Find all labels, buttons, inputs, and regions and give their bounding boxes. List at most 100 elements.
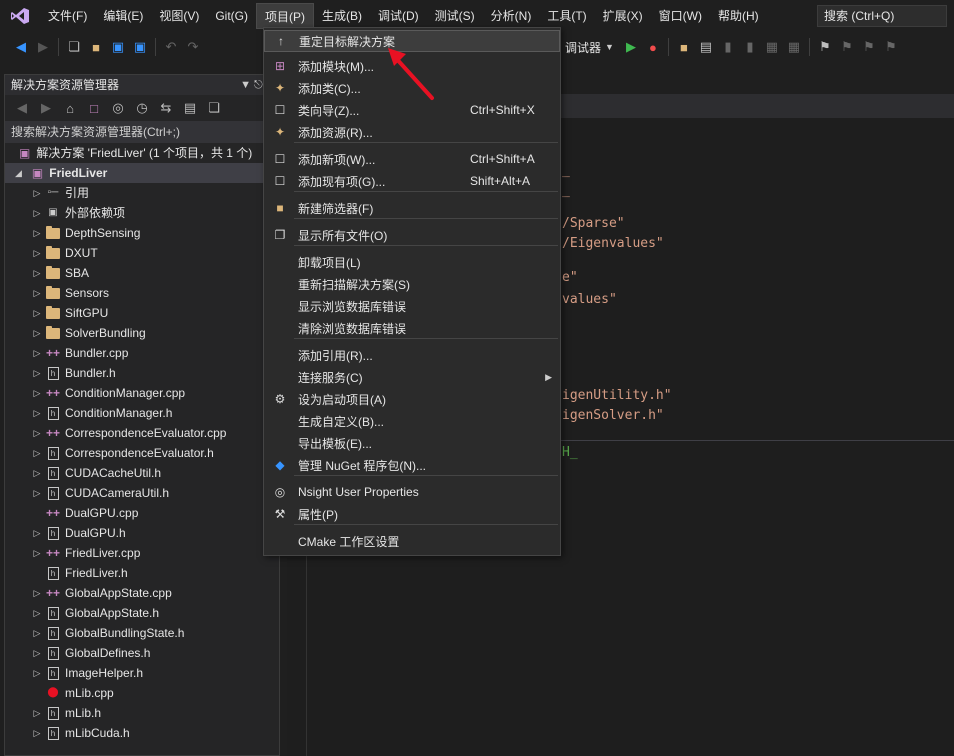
project-menu-item[interactable]: ◎ Nsight User Properties <box>264 481 560 503</box>
menu-edit[interactable]: 编辑(E) <box>95 3 151 29</box>
menu-build[interactable]: 生成(B) <box>314 3 370 29</box>
project-menu-item[interactable]: ☐ 添加新项(W)... Ctrl+Shift+A <box>264 148 560 170</box>
back-icon[interactable]: ◀ <box>11 97 33 119</box>
visual-studio-logo-icon[interactable] <box>0 0 40 32</box>
tree-item[interactable]: ▷ h GlobalDefines.h <box>5 643 279 663</box>
chevron-right-icon[interactable]: ▷ <box>29 723 45 743</box>
chevron-right-icon[interactable]: ▷ <box>29 243 45 263</box>
chevron-right-icon[interactable]: ▷ <box>29 283 45 303</box>
project-node[interactable]: ◢ ▣ FriedLiver <box>5 163 279 183</box>
comment-icon[interactable]: ▦ <box>761 36 783 58</box>
tree-item[interactable]: ▷ ++ FriedLiver.cpp <box>5 543 279 563</box>
tree-item[interactable]: ▷ ++ GlobalAppState.cpp <box>5 583 279 603</box>
chevron-right-icon[interactable]: ▷ <box>29 203 45 223</box>
chevron-right-icon[interactable]: ▷ <box>29 523 45 543</box>
solution-root-node[interactable]: ▣ 解决方案 'FriedLiver' (1 个项目，共 1 个) <box>5 143 279 163</box>
chevron-right-icon[interactable]: ▷ <box>29 423 45 443</box>
new-project-icon[interactable]: ❏ <box>63 36 85 58</box>
chevron-right-icon[interactable]: ▷ <box>29 343 45 363</box>
layout-icon[interactable]: ▤ <box>695 36 717 58</box>
project-menu-item[interactable]: ■ 新建筛选器(F) <box>264 197 560 219</box>
pending-changes-icon[interactable]: ◷ <box>131 97 153 119</box>
chevron-right-icon[interactable]: ▷ <box>29 183 45 203</box>
menu-file[interactable]: 文件(F) <box>40 3 95 29</box>
tree-item[interactable]: ▷ h ConditionManager.h <box>5 403 279 423</box>
tree-item[interactable]: ▷ SolverBundling <box>5 323 279 343</box>
tree-item[interactable]: ▷ h CorrespondenceEvaluator.h <box>5 443 279 463</box>
project-menu-item[interactable]: 清除浏览数据库错误 <box>264 317 560 339</box>
chevron-right-icon[interactable]: ▷ <box>29 703 45 723</box>
start-debug-icon[interactable]: ▶ <box>620 36 642 58</box>
tree-item[interactable]: ▷ ▣ 外部依赖项 <box>5 203 279 223</box>
tree-item[interactable]: h FriedLiver.h <box>5 563 279 583</box>
clear-bookmarks-icon[interactable]: ⚑ <box>880 36 902 58</box>
solution-config-icon[interactable]: ■ <box>673 36 695 58</box>
chevron-right-icon[interactable]: ▷ <box>29 443 45 463</box>
tree-item[interactable]: ▷ ++ ConditionManager.cpp <box>5 383 279 403</box>
tree-item[interactable]: ▷ DXUT <box>5 243 279 263</box>
uncomment-icon[interactable]: ▦ <box>783 36 805 58</box>
menu-test[interactable]: 测试(S) <box>427 3 483 29</box>
tree-item[interactable]: ▷ h GlobalAppState.h <box>5 603 279 623</box>
project-menu-item[interactable]: ✦ 添加资源(R)... <box>264 121 560 143</box>
tree-item[interactable]: ▷ ▫─ 引用 <box>5 183 279 203</box>
back-icon[interactable]: ◀ <box>10 36 32 58</box>
tree-item[interactable]: ▷ ++ CorrespondenceEvaluator.cpp <box>5 423 279 443</box>
switch-view-icon[interactable]: □ <box>83 97 105 119</box>
project-menu-item[interactable]: 卸载项目(L) <box>264 251 560 273</box>
chevron-right-icon[interactable]: ▷ <box>29 303 45 323</box>
menu-debug[interactable]: 调试(D) <box>370 3 427 29</box>
menu-tools[interactable]: 工具(T) <box>539 3 594 29</box>
globe-icon[interactable]: ◎ <box>107 97 129 119</box>
project-menu-item[interactable]: 生成自定义(B)... <box>264 410 560 432</box>
chevron-right-icon[interactable]: ▷ <box>29 263 45 283</box>
chevron-right-icon[interactable]: ▷ <box>29 543 45 563</box>
tree-item[interactable]: ▷ SBA <box>5 263 279 283</box>
project-menu-item[interactable]: ❐ 显示所有文件(O) <box>264 224 560 246</box>
menu-extensions[interactable]: 扩展(X) <box>595 3 651 29</box>
project-menu-item[interactable]: 导出模板(E)... <box>264 432 560 454</box>
step-icon[interactable]: ▮ <box>717 36 739 58</box>
chevron-down-icon[interactable]: ▼ <box>605 42 614 52</box>
chevron-right-icon[interactable]: ▷ <box>29 483 45 503</box>
tree-item[interactable]: ▷ DepthSensing <box>5 223 279 243</box>
project-menu-item[interactable]: ☐ 添加现有项(G)... Shift+Alt+A <box>264 170 560 192</box>
tree-item[interactable]: ++ DualGPU.cpp <box>5 503 279 523</box>
chevron-right-icon[interactable]: ▷ <box>29 403 45 423</box>
open-folder-icon[interactable]: ■ <box>85 36 107 58</box>
forward-icon[interactable]: ▶ <box>32 36 54 58</box>
chevron-right-icon[interactable]: ▷ <box>29 583 45 603</box>
menu-git[interactable]: Git(G) <box>207 3 256 29</box>
sync-icon[interactable]: ⇆ <box>155 97 177 119</box>
tree-item[interactable]: ▷ h DualGPU.h <box>5 523 279 543</box>
menu-analyze[interactable]: 分析(N) <box>483 3 540 29</box>
save-icon[interactable]: ▣ <box>107 36 129 58</box>
project-menu-item[interactable]: CMake 工作区设置 <box>264 530 560 552</box>
show-all-files-icon[interactable]: ❏ <box>203 97 225 119</box>
chevron-right-icon[interactable]: ▷ <box>29 603 45 623</box>
bookmark-icon[interactable]: ⚑ <box>814 36 836 58</box>
chevron-right-icon[interactable]: ▷ <box>29 663 45 683</box>
tree-item[interactable]: ▷ h Bundler.h <box>5 363 279 383</box>
tree-item[interactable]: ▷ ++ Bundler.cpp <box>5 343 279 363</box>
next-bookmark-icon[interactable]: ⚑ <box>858 36 880 58</box>
chevron-right-icon[interactable]: ▷ <box>29 623 45 643</box>
redo-icon[interactable]: ↷ <box>182 36 204 58</box>
debugger-label[interactable]: 调试器 <box>565 39 601 56</box>
menu-window[interactable]: 窗口(W) <box>651 3 710 29</box>
hot-reload-icon[interactable]: ● <box>642 36 664 58</box>
tree-item[interactable]: ▷ h CUDACameraUtil.h <box>5 483 279 503</box>
collapse-all-icon[interactable]: ▤ <box>179 97 201 119</box>
home-icon[interactable]: ⌂ <box>59 97 81 119</box>
tree-item[interactable]: ▷ h GlobalBundlingState.h <box>5 623 279 643</box>
chevron-right-icon[interactable]: ▷ <box>29 363 45 383</box>
forward-icon[interactable]: ▶ <box>35 97 57 119</box>
save-all-icon[interactable]: ▣ <box>129 36 151 58</box>
project-menu-item[interactable]: 显示浏览数据库错误 <box>264 295 560 317</box>
tree-item[interactable]: ▷ h mLib.h <box>5 703 279 723</box>
project-menu-item[interactable]: 连接服务(C) ▶ <box>264 366 560 388</box>
tree-item[interactable]: ▷ h CUDACacheUtil.h <box>5 463 279 483</box>
solution-search-input[interactable]: 搜索解决方案资源管理器(Ctrl+;) ⚲ <box>5 121 279 143</box>
search-box[interactable]: 搜索 (Ctrl+Q) <box>817 5 947 27</box>
menu-view[interactable]: 视图(V) <box>151 3 207 29</box>
